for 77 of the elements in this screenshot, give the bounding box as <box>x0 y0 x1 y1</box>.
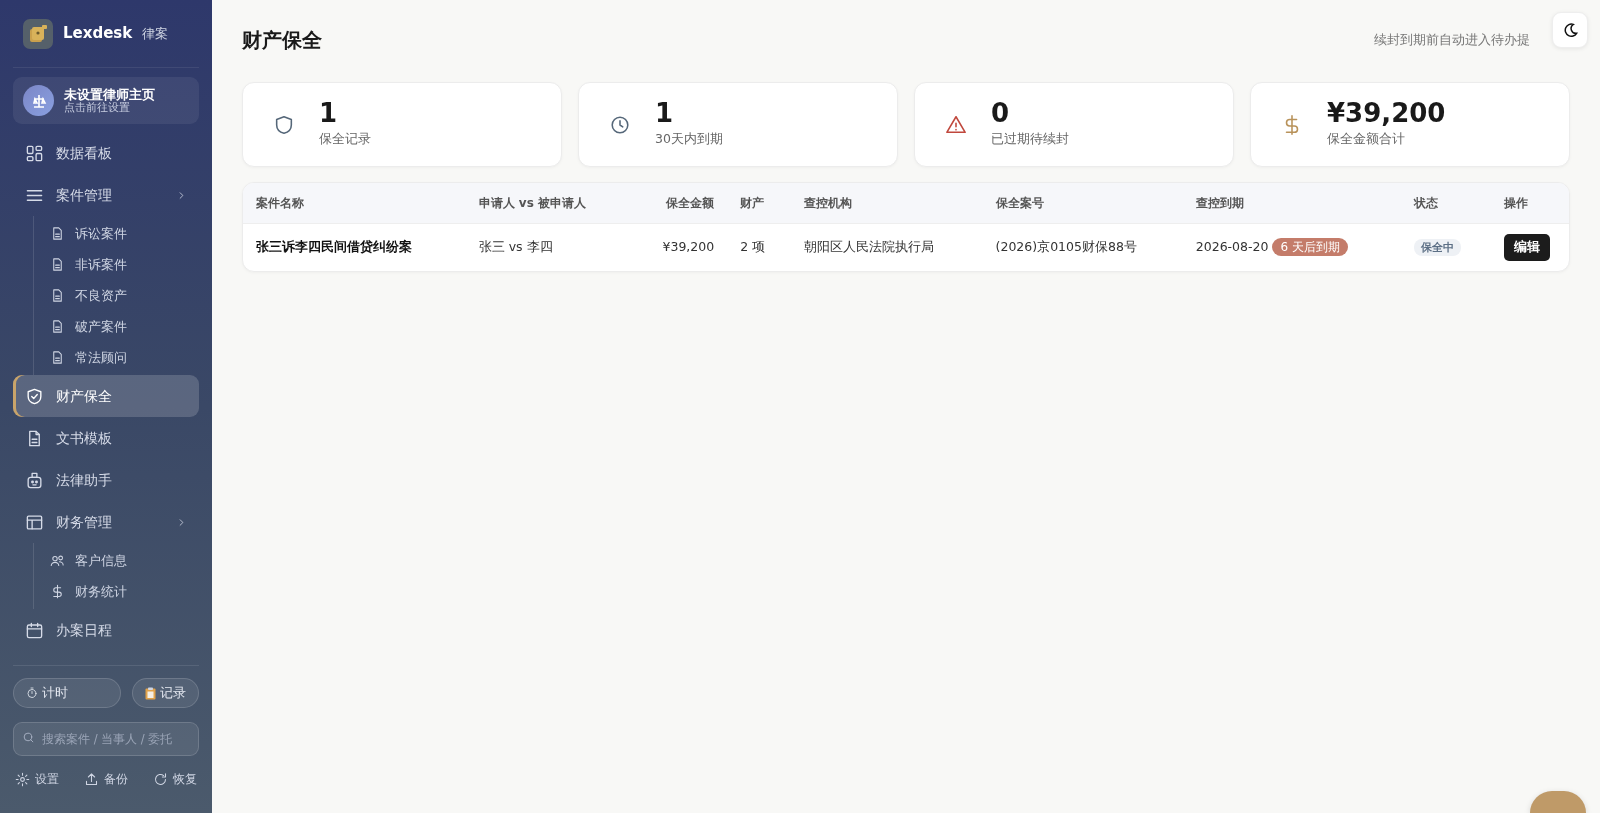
shield-icon <box>273 113 295 136</box>
nav-subitem[interactable]: 常法顾问 <box>34 342 199 373</box>
table-cell: 张三诉李四民间借贷纠纷案 <box>243 223 466 271</box>
page-title: 财产保全 <box>242 27 322 54</box>
edit-button[interactable]: 编辑 <box>1504 233 1551 261</box>
nav-item[interactable]: 法律助手 <box>13 459 199 501</box>
stat-label: 已过期待续封 <box>991 130 1069 149</box>
stat-label: 保全记录 <box>319 130 371 149</box>
nav-item[interactable]: 财产保全 <box>13 375 199 417</box>
column-header: 操作 <box>1491 183 1569 223</box>
nav-subitem[interactable]: 不良资产 <box>34 280 199 311</box>
nav-item[interactable]: 文书模板 <box>13 417 199 459</box>
due-date: 2026-08-20 <box>1195 238 1269 254</box>
avatar-icon <box>23 85 54 116</box>
layout-icon <box>25 512 44 532</box>
table-cell: 张三 vs 李四 <box>465 223 630 271</box>
clipboard-icon <box>145 686 156 700</box>
profile-card[interactable]: 未设置律师主页 点击前往设置 <box>13 77 199 124</box>
nav-subitem[interactable]: 客户信息 <box>34 545 199 576</box>
grid-icon <box>25 143 44 163</box>
calendar-icon <box>25 620 44 640</box>
brand-suffix: 律案 <box>142 24 169 43</box>
stopwatch-icon <box>26 687 38 699</box>
shield-check-icon <box>25 386 44 406</box>
warning-icon <box>945 113 967 136</box>
nav-item[interactable]: 案件管理 <box>13 174 199 216</box>
column-header: 查控机构 <box>790 183 983 223</box>
dollar-icon <box>50 584 65 599</box>
nav-item[interactable]: 财务管理 <box>13 501 199 543</box>
stat-label: 保全金额合计 <box>1327 130 1406 149</box>
column-header: 状态 <box>1401 183 1492 223</box>
stat-value: 1 <box>319 100 339 127</box>
column-header: 保全案号 <box>982 183 1183 223</box>
timer-button[interactable]: 计时 <box>13 678 121 708</box>
table-cell: (2026)京0105财保88号 <box>982 223 1183 271</box>
stat-value: 1 <box>655 100 675 127</box>
footer-link[interactable]: 设置 <box>15 770 59 788</box>
footer-link[interactable]: 恢复 <box>153 770 197 788</box>
upload-icon <box>84 771 99 787</box>
search-icon <box>22 731 35 744</box>
refresh-icon <box>153 771 168 787</box>
stat-value: 0 <box>991 100 1011 127</box>
table-cell: ¥39,200 <box>629 223 728 271</box>
nav-subitem[interactable]: 财务统计 <box>34 576 199 607</box>
file-icon <box>50 350 65 365</box>
robot-icon <box>25 470 44 490</box>
file-icon <box>50 226 65 241</box>
gear-icon <box>15 771 30 787</box>
status-badge: 保全中 <box>1414 238 1462 256</box>
due-badge: 6 天后到期 <box>1272 237 1348 256</box>
profile-subtitle: 点击前往设置 <box>64 101 131 114</box>
column-header: 申请人 vs 被申请人 <box>465 183 630 223</box>
nav-item[interactable]: 数据看板 <box>13 132 199 174</box>
nav-subitem[interactable]: 非诉案件 <box>34 249 199 280</box>
stat-value: ¥39,200 <box>1327 100 1446 127</box>
users-icon <box>50 553 65 568</box>
log-button[interactable]: 记录 <box>132 678 199 708</box>
column-header: 保全金额 <box>629 183 728 223</box>
column-header: 案件名称 <box>243 183 466 223</box>
file-icon <box>50 257 65 272</box>
table-cell: 2 项 <box>727 223 791 271</box>
file-icon <box>50 319 65 334</box>
column-header: 财产 <box>727 183 791 223</box>
nav-subitem[interactable]: 破产案件 <box>34 311 199 342</box>
theme-toggle-button[interactable] <box>1552 12 1588 48</box>
brand-name: Lexdesk <box>63 23 133 45</box>
logo-icon <box>23 18 53 49</box>
footer-link[interactable]: 备份 <box>84 770 128 788</box>
nav-subitem[interactable]: 诉讼案件 <box>34 218 199 249</box>
moon-icon <box>1562 22 1578 38</box>
profile-title: 未设置律师主页 <box>64 87 155 102</box>
column-header: 查控到期 <box>1182 183 1402 223</box>
stat-label: 30天内到期 <box>655 130 723 149</box>
nav-item[interactable]: 办案日程 <box>13 609 199 651</box>
table-cell: 朝阳区人民法院执行局 <box>790 223 983 271</box>
file-icon <box>50 288 65 303</box>
page-subtitle: 续封到期前自动进入待办提 <box>1374 31 1530 50</box>
